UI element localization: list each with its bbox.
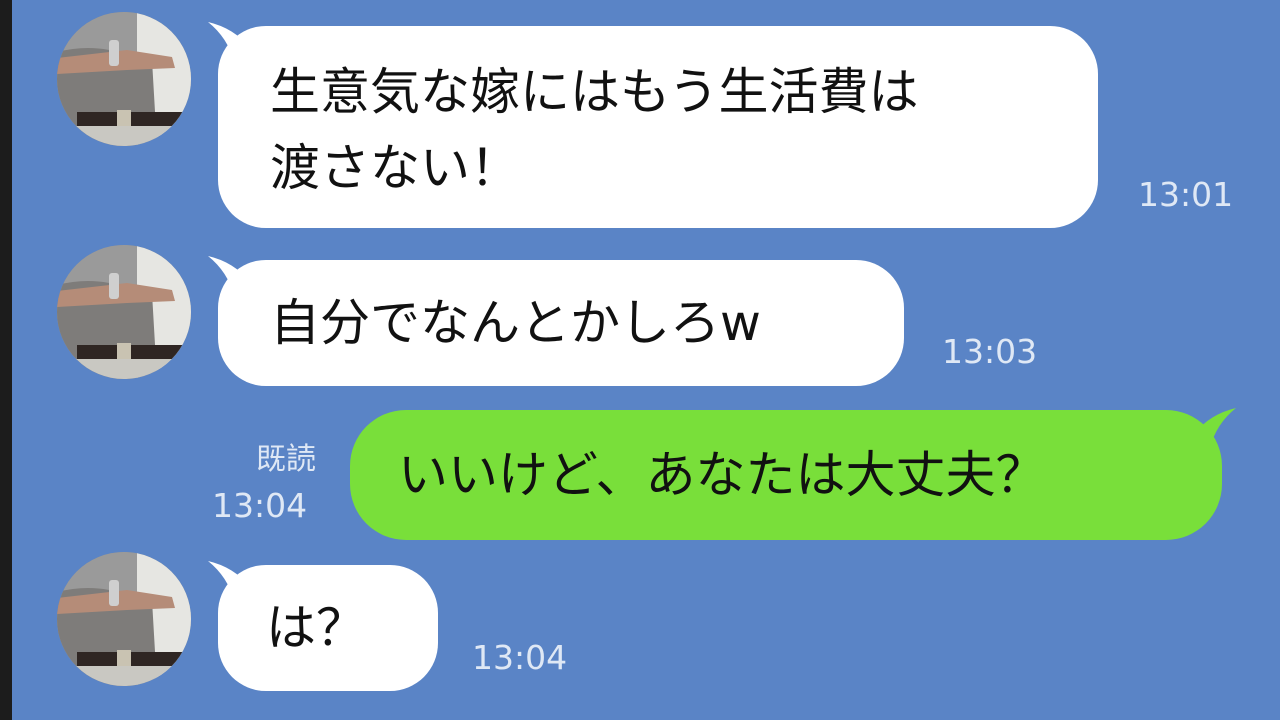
message-bubble-outgoing[interactable]: いいけど、あなたは大丈夫？ (350, 408, 1236, 540)
message-text-line: 自分でなんとかしろw (270, 294, 761, 352)
message-time: 13:03 (942, 332, 1038, 371)
bubble-tail (208, 256, 250, 296)
message-bubble-incoming[interactable]: は？ (208, 561, 438, 691)
bubble-tail (208, 561, 250, 601)
sender-avatar[interactable] (57, 245, 191, 379)
message-time: 13:01 (1138, 175, 1234, 214)
message-text-line: は？ (266, 599, 366, 657)
message-text-line: 生意気な嫁にはもう生活費は (270, 63, 919, 121)
message-time: 13:04 (212, 486, 308, 525)
message-bubble-incoming[interactable]: 生意気な嫁にはもう生活費は 渡さない！ (208, 22, 1098, 228)
bubble-tail (208, 22, 250, 62)
read-receipt-label: 既読 (256, 442, 316, 477)
message-time: 13:04 (472, 638, 568, 677)
message-bubble-incoming[interactable]: 自分でなんとかしろw (208, 256, 904, 386)
message-text-line: いいけど、あなたは大丈夫？ (398, 446, 1046, 504)
avatar-photo-icon (57, 552, 191, 686)
screen-edge (0, 0, 12, 720)
avatar-photo-icon (57, 12, 191, 146)
sender-avatar[interactable] (57, 552, 191, 686)
avatar-photo-icon (57, 245, 191, 379)
message-text-line: 渡さない！ (270, 139, 520, 197)
sender-avatar[interactable] (57, 12, 191, 146)
bubble-tail (1194, 408, 1236, 448)
